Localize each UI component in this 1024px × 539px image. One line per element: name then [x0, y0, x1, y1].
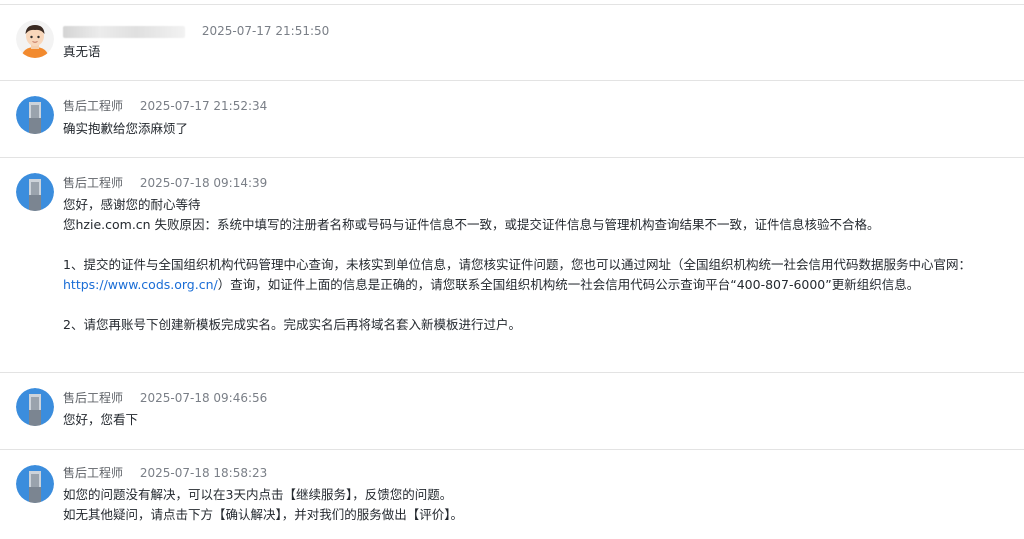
message-text: 您好，您看下 — [63, 412, 139, 427]
message-text: 确实抱歉给您添麻烦了 — [63, 121, 189, 136]
instruction-text: 1、提交的证件与全国组织机构代码管理中心查询，未核实到单位信息，请您核实证件问题… — [63, 257, 971, 272]
author-name-masked — [63, 25, 185, 38]
message-body: 如您的问题没有解决，可以在3天内点击【继续服务】，反馈您的问题。 如无其他疑问，… — [63, 485, 998, 525]
message-thread: 2025-07-17 21:51:50 真无语 售后工程师 2025-07-17… — [0, 0, 1024, 539]
author-name: 售后工程师 — [63, 466, 124, 480]
message-text: 如您的问题没有解决，可以在3天内点击【继续服务】，反馈您的问题。 — [63, 487, 453, 502]
message-body: 确实抱歉给您添麻烦了 — [63, 119, 998, 139]
message-item: 2025-07-17 21:51:50 真无语 — [0, 0, 1024, 80]
message-text: 真无语 — [63, 44, 101, 59]
instruction-item-2: 2、请您再账号下创建新模板完成实名。完成实名后再将域名套入新模板进行过户。 — [63, 317, 521, 332]
message-item: 售后工程师 2025-07-18 18:58:23 如您的问题没有解决，可以在3… — [0, 450, 1024, 539]
message-time: 2025-07-17 21:51:50 — [201, 24, 330, 38]
message-greeting: 您好，感谢您的耐心等待 — [63, 197, 201, 212]
engineer-avatar-icon[interactable] — [16, 388, 54, 426]
message-time: 2025-07-18 18:58:23 — [139, 466, 268, 480]
message-item: 售后工程师 2025-07-18 09:46:56 您好，您看下 — [0, 373, 1024, 449]
message-body: 您好，感谢您的耐心等待 您hzie.com.cn 失败原因：系统中填写的注册者名… — [63, 195, 998, 335]
engineer-avatar-icon[interactable] — [16, 173, 54, 211]
engineer-avatar-icon[interactable] — [16, 465, 54, 503]
message-time: 2025-07-18 09:46:56 — [139, 391, 268, 405]
instruction-text: ）查询，如证件上面的信息是正确的，请您联系全国组织机构统一社会信用代码公示查询平… — [217, 277, 920, 292]
author-name: 售后工程师 — [63, 176, 124, 190]
cods-link[interactable]: https://www.cods.org.cn/ — [63, 277, 218, 292]
message-time: 2025-07-18 09:14:39 — [139, 176, 268, 190]
author-name: 售后工程师 — [63, 99, 124, 113]
message-time: 2025-07-17 21:52:34 — [139, 99, 268, 113]
engineer-avatar-icon[interactable] — [16, 96, 54, 134]
message-body: 您好，您看下 — [63, 410, 998, 430]
message-item: 售后工程师 2025-07-18 09:14:39 您好，感谢您的耐心等待 您h… — [0, 158, 1024, 372]
message-item: 售后工程师 2025-07-17 21:52:34 确实抱歉给您添麻烦了 — [0, 81, 1024, 157]
message-body: 真无语 — [63, 42, 998, 62]
message-text: 如无其他疑问，请点击下方【确认解决】，并对我们的服务做出【评价】。 — [63, 507, 464, 522]
instruction-item-1: 1、提交的证件与全国组织机构代码管理中心查询，未核实到单位信息，请您核实证件问题… — [63, 255, 998, 295]
author-name: 售后工程师 — [63, 391, 124, 405]
user-avatar-cartoon-icon[interactable] — [16, 20, 54, 58]
failure-reason: 您hzie.com.cn 失败原因：系统中填写的注册者名称或号码与证件信息不一致… — [63, 217, 880, 232]
